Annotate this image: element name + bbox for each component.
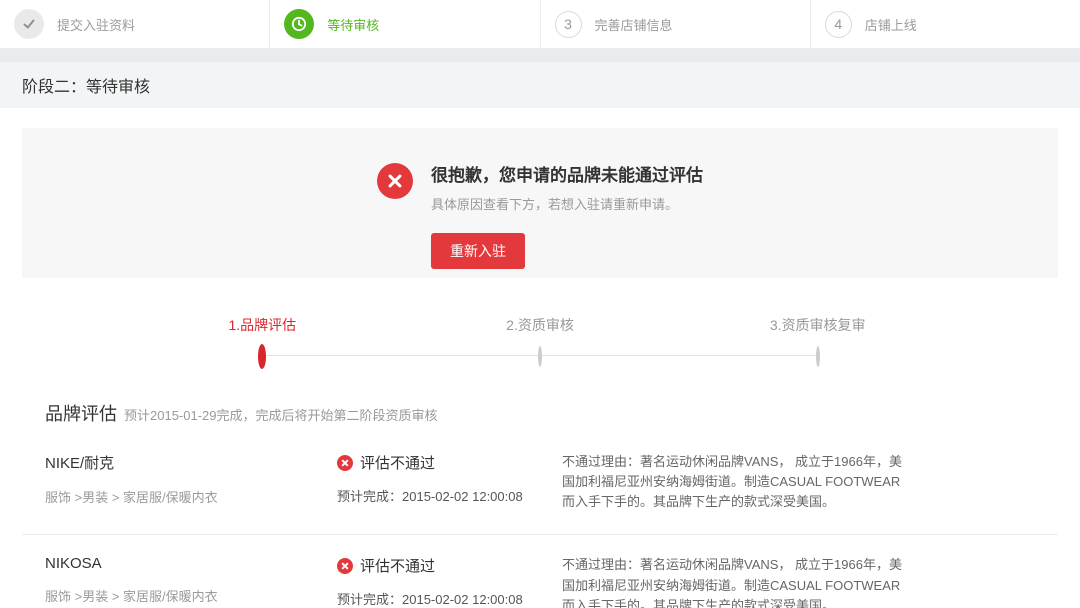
eta-text: 预计完成：2015-02-02 12:00:08	[337, 589, 562, 608]
tracker-dot	[538, 346, 542, 367]
step-number-badge: 4	[825, 11, 852, 38]
step-shop-online[interactable]: 4 店铺上线	[810, 0, 1080, 48]
rejection-reason: 不通过理由：著名运动休闲品牌VANS， 成立于1966年，美国加利福尼亚州安纳海…	[562, 555, 902, 608]
status-badge: 评估不通过	[360, 555, 435, 576]
divider-strip	[0, 48, 1080, 62]
tracker-label: 3.资质审核复审	[679, 315, 957, 335]
tracker-label: 2.资质审核	[401, 315, 679, 335]
step-label: 提交入驻资料	[57, 15, 135, 34]
main-content: 很抱歉，您申请的品牌未能通过评估 具体原因查看下方，若想入驻请重新申请。 重新入…	[0, 108, 1080, 608]
stage-title: 阶段二：等待审核	[22, 73, 150, 97]
brand-category: 服饰 >男装 > 家居服/保暖内衣	[45, 586, 337, 605]
step-number-badge: 3	[555, 11, 582, 38]
rejection-reason: 不通过理由：著名运动休闲品牌VANS， 成立于1966年，美国加利福尼亚州安纳海…	[562, 452, 902, 512]
tracker-dot	[816, 346, 820, 367]
onboarding-stepbar: 提交入驻资料 等待审核 3 完善店铺信息 4 店铺上线	[0, 0, 1080, 48]
reapply-button[interactable]: 重新入驻	[431, 233, 525, 269]
error-icon	[337, 558, 353, 574]
status-badge: 评估不通过	[360, 452, 435, 473]
brand-result-row: NIKOSA 服饰 >男装 > 家居服/保暖内衣 评估不通过 预计完成：2015…	[22, 535, 1058, 608]
error-icon	[337, 455, 353, 471]
eta-text: 预计完成：2015-02-02 12:00:08	[337, 486, 562, 505]
step-label: 完善店铺信息	[595, 15, 673, 34]
stage-header: 阶段二：等待审核	[0, 62, 1080, 108]
rejection-notice-panel: 很抱歉，您申请的品牌未能通过评估 具体原因查看下方，若想入驻请重新申请。 重新入…	[22, 128, 1058, 278]
step-submit-info[interactable]: 提交入驻资料	[0, 0, 269, 48]
step-shop-info[interactable]: 3 完善店铺信息	[540, 0, 810, 48]
review-progress-tracker: 1.品牌评估 2.资质审核 3.资质审核复审	[124, 315, 957, 364]
brand-name: NIKE/耐克	[45, 452, 337, 473]
brand-result-row: NIKE/耐克 服饰 >男装 > 家居服/保暖内衣 评估不通过 预计完成：201…	[22, 432, 1058, 535]
error-icon	[377, 163, 413, 199]
brand-category: 服饰 >男装 > 家居服/保暖内衣	[45, 487, 337, 506]
notice-description: 具体原因查看下方，若想入驻请重新申请。	[431, 194, 703, 213]
brand-eval-section-header: 品牌评估预计2015-01-29完成，完成后将开始第二阶段资质审核	[45, 400, 1058, 426]
brand-name: NIKOSA	[45, 555, 337, 572]
tracker-stage-qualification-recheck: 3.资质审核复审	[679, 315, 957, 335]
tracker-stage-qualification: 2.资质审核	[401, 315, 679, 335]
tracker-label: 1.品牌评估	[124, 315, 402, 335]
notice-title: 很抱歉，您申请的品牌未能通过评估	[431, 161, 703, 186]
tracker-stage-brand-eval: 1.品牌评估	[124, 315, 402, 335]
clock-icon	[284, 9, 314, 39]
step-label: 等待审核	[327, 15, 379, 34]
tracker-dot-active	[258, 344, 266, 369]
check-icon	[14, 9, 44, 39]
section-title: 品牌评估	[45, 404, 117, 424]
step-label: 店铺上线	[865, 15, 917, 34]
section-subtitle: 预计2015-01-29完成，完成后将开始第二阶段资质审核	[124, 408, 438, 423]
step-wait-review[interactable]: 等待审核	[269, 0, 539, 48]
